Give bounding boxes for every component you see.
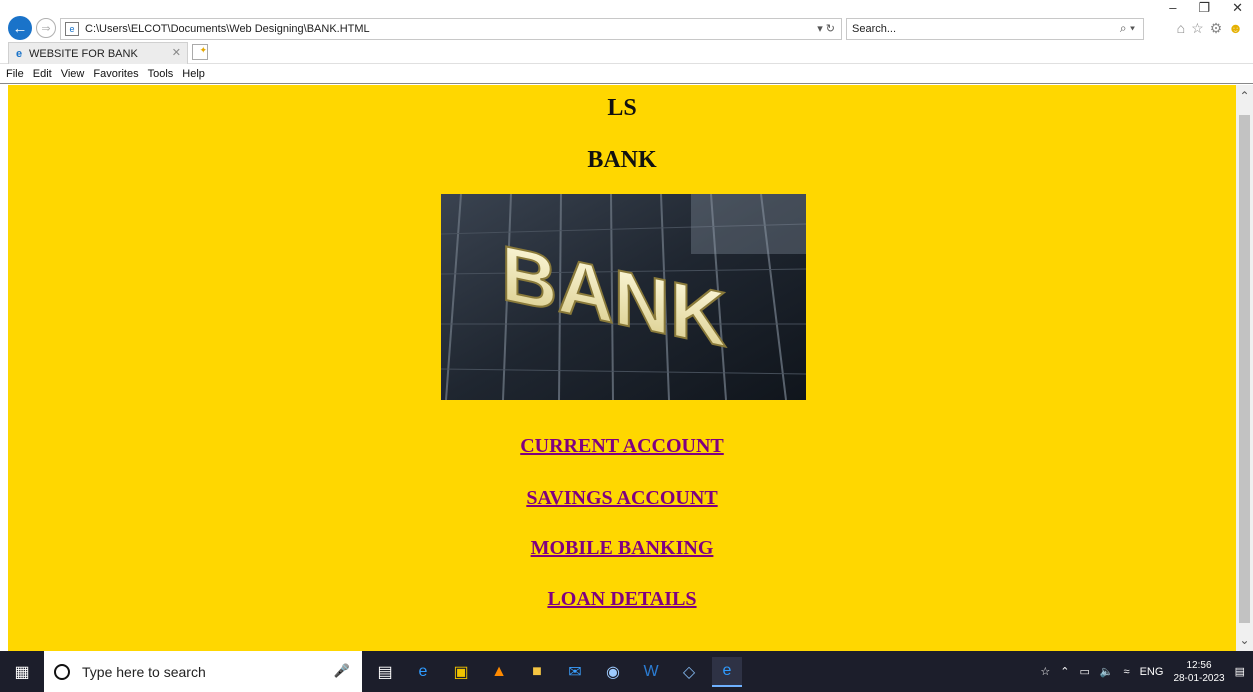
scroll-up-icon[interactable]: ⌃ [1236, 89, 1253, 103]
chevron-up-icon[interactable]: ⌃ [1060, 665, 1069, 678]
windows-logo-icon: ▦ [14, 663, 30, 681]
address-url[interactable]: C:\Users\ELCOT\Documents\Web Designing\B… [85, 23, 370, 35]
link-current-account[interactable]: CURRENT ACCOUNT [8, 435, 1236, 458]
address-bar[interactable]: e C:\Users\ELCOT\Documents\Web Designing… [60, 18, 842, 40]
volume-icon[interactable]: 🔈 [1100, 665, 1114, 678]
arrow-right-icon: ⇒ [41, 22, 51, 35]
menu-tools[interactable]: Tools [148, 68, 174, 80]
browser-search-box[interactable]: ⌕ ▾ [846, 18, 1144, 40]
vlc-icon[interactable]: ▲ [484, 657, 514, 687]
home-icon[interactable]: ⌂ [1177, 20, 1185, 37]
scrollbar-thumb[interactable] [1239, 115, 1250, 623]
taskbar-search-input[interactable] [82, 663, 332, 680]
favorites-star-icon[interactable]: ☆ [1191, 20, 1204, 37]
browser-search-input[interactable] [852, 23, 1082, 35]
edge-icon[interactable]: e [408, 657, 438, 687]
start-button[interactable]: ▦ [0, 651, 44, 692]
clock[interactable]: 12:56 28-01-2023 [1173, 659, 1224, 685]
ie-icon: e [15, 47, 23, 60]
internet-explorer-icon[interactable]: e [712, 656, 742, 687]
tab-close-icon[interactable]: ✕ [172, 46, 181, 59]
windows-taskbar: ▦ 🎤 ▤ e ▣ ▲ ■ ✉ ◉ W ◇ e ☆ ⌃ ▭ 🔈 ≈ ENG 12… [0, 651, 1253, 692]
cortana-icon [54, 663, 70, 680]
minimize-icon[interactable]: – [1169, 0, 1176, 16]
store-icon[interactable]: ▣ [446, 657, 476, 687]
arrow-left-icon: ← [12, 19, 28, 37]
people-icon[interactable]: ☆ [1040, 665, 1050, 678]
tab-row: e WEBSITE FOR BANK ✕ [0, 40, 1253, 64]
browser-titlebar: ← ⇒ e C:\Users\ELCOT\Documents\Web Desig… [0, 0, 1253, 40]
page-heading-bank: BANK [587, 147, 657, 173]
search-icon[interactable]: ⌕ ▾ [1120, 21, 1135, 36]
menu-edit[interactable]: Edit [33, 68, 52, 80]
browser-toolbar: ⌂ ☆ ⚙ ☻ [1177, 20, 1243, 37]
battery-icon[interactable]: ▭ [1079, 665, 1089, 678]
vertical-scrollbar[interactable]: ⌃ ⌄ [1236, 85, 1253, 651]
link-mobile-banking[interactable]: MOBILE BANKING [8, 537, 1236, 560]
forward-button[interactable]: ⇒ [36, 18, 56, 38]
link-loan-details[interactable]: LOAN DETAILS [8, 588, 1236, 611]
clock-date: 28-01-2023 [1173, 672, 1225, 684]
menu-view[interactable]: View [61, 68, 85, 80]
page-content: LS BANK BANK CURRENT ACCOUNT SAVINGS ACC… [8, 85, 1236, 651]
menu-file[interactable]: File [6, 68, 24, 80]
system-tray: ☆ ⌃ ▭ 🔈 ≈ ENG 12:56 28-01-2023 ▤ [1040, 651, 1253, 692]
close-icon[interactable]: ✕ [1232, 0, 1243, 16]
menu-bar: File Edit View Favorites Tools Help [0, 64, 1253, 84]
taskbar-search[interactable]: 🎤 [44, 651, 362, 692]
restore-icon[interactable]: ❐ [1198, 0, 1210, 16]
page-heading-ls: LS [607, 95, 637, 121]
feedback-smiley-icon[interactable]: ☻ [1228, 20, 1243, 37]
menu-help[interactable]: Help [182, 68, 205, 80]
clock-time: 12:56 [1186, 659, 1212, 671]
file-explorer-icon[interactable]: ■ [522, 657, 552, 687]
menu-favorites[interactable]: Favorites [93, 68, 138, 80]
window-controls: – ❐ ✕ [1169, 0, 1243, 16]
notification-icon[interactable]: ▤ [1235, 665, 1245, 678]
taskbar-apps: ▤ e ▣ ▲ ■ ✉ ◉ W ◇ e [370, 656, 742, 687]
page-icon: e [65, 22, 79, 36]
tab-website-for-bank[interactable]: e WEBSITE FOR BANK ✕ [8, 42, 188, 64]
gear-icon[interactable]: ⚙ [1210, 20, 1223, 37]
task-view-icon[interactable]: ▤ [370, 657, 400, 687]
link-savings-account[interactable]: SAVINGS ACCOUNT [8, 487, 1236, 510]
back-button[interactable]: ← [8, 16, 32, 40]
wifi-icon[interactable]: ≈ [1124, 666, 1130, 678]
scroll-down-icon[interactable]: ⌄ [1236, 633, 1253, 647]
notes-icon[interactable]: ◇ [674, 657, 704, 687]
paint-icon[interactable]: ◉ [598, 657, 628, 687]
mail-icon[interactable]: ✉ [560, 657, 590, 687]
tab-label: WEBSITE FOR BANK [29, 47, 138, 60]
language-indicator[interactable]: ENG [1140, 666, 1164, 678]
refresh-icon[interactable]: ▾ ↻ [817, 22, 835, 35]
new-tab-button[interactable]: ✦ [192, 44, 208, 60]
microphone-icon[interactable]: 🎤 [334, 663, 350, 679]
word-icon[interactable]: W [636, 657, 666, 687]
bank-building-image: BANK [441, 194, 806, 400]
